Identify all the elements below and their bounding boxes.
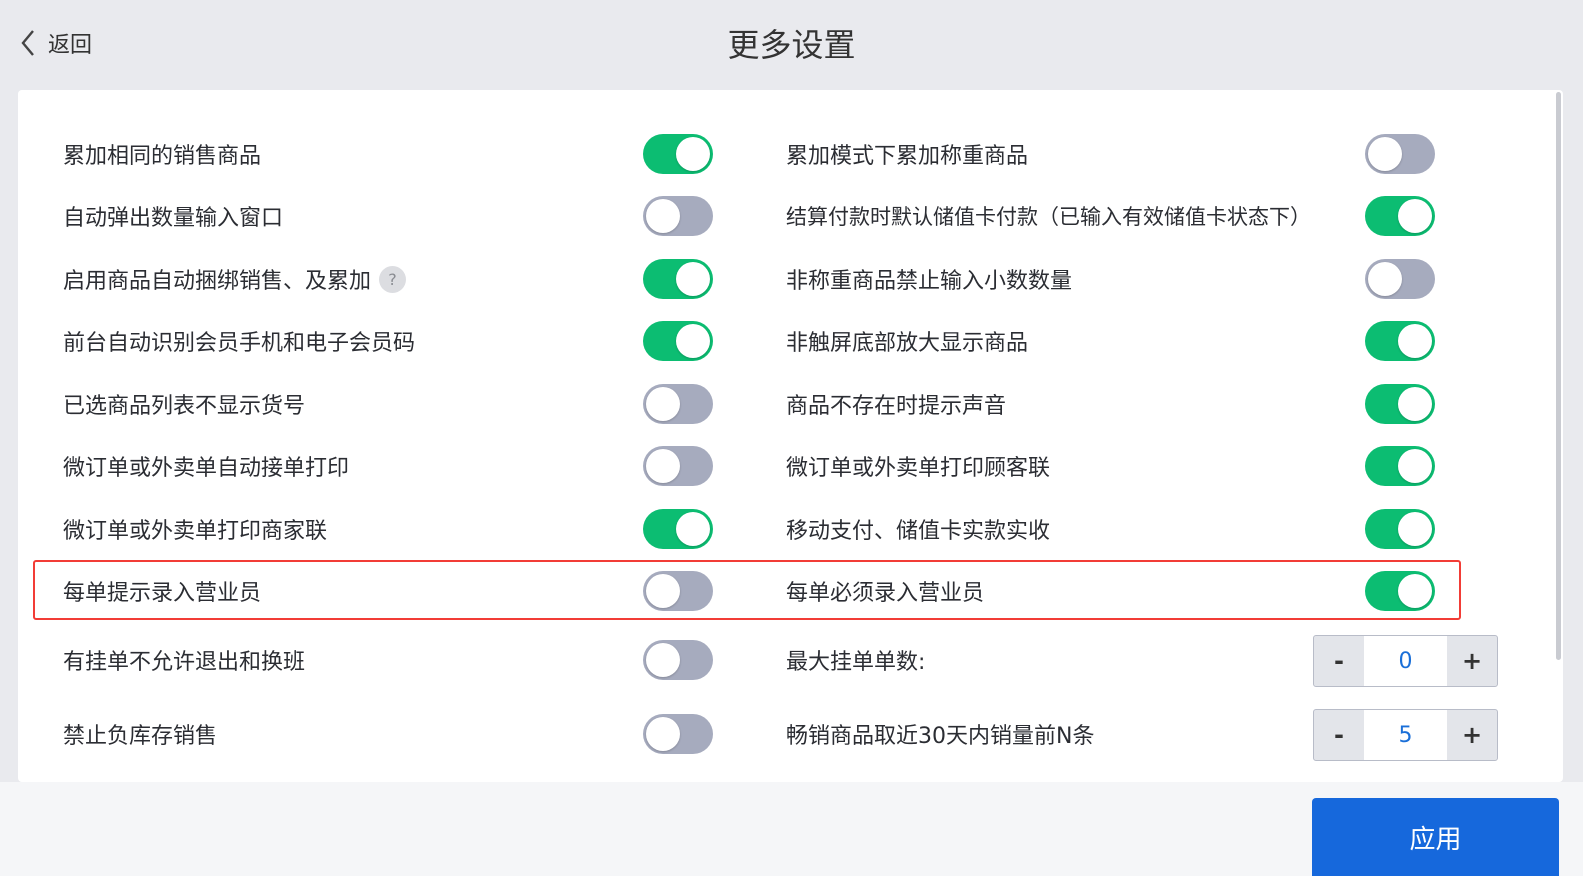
setting-row: 禁止负库存销售 — [63, 714, 217, 754]
setting-label: 商品不存在时提示声音 — [786, 394, 1007, 419]
setting-label: 每单提示录入营业员 — [63, 581, 262, 606]
toggle-knob — [1368, 137, 1402, 171]
setting-label: 非触屏底部放大显示商品 — [786, 331, 1029, 356]
toggle-knob — [1398, 199, 1432, 233]
setting-label: 每单必须录入营业员 — [786, 581, 985, 606]
toggle-switch[interactable] — [1365, 321, 1435, 361]
toggle-switch[interactable] — [1365, 134, 1435, 174]
toggle-switch[interactable] — [643, 509, 713, 549]
increment-button[interactable]: + — [1447, 636, 1497, 686]
toggle-switch[interactable] — [643, 259, 713, 299]
setting-label: 非称重商品禁止输入小数数量 — [786, 269, 1073, 294]
scrollbar[interactable] — [1556, 92, 1561, 660]
toggle-knob — [646, 199, 680, 233]
setting-row: 每单提示录入营业员 — [63, 571, 261, 611]
setting-row: 前台自动识别会员手机和电子会员码 — [63, 321, 415, 361]
setting-row: 自动弹出数量输入窗口 — [63, 196, 283, 236]
setting-label: 启用商品自动捆绑销售、及累加 ? — [63, 263, 407, 295]
toggle-switch[interactable] — [643, 714, 713, 754]
stepper-label: 最大挂单单数: — [786, 650, 926, 675]
setting-row: 微订单或外卖单打印顾客联 — [786, 446, 1050, 486]
stepper-value[interactable]: 0 — [1364, 636, 1447, 686]
stepper-row: 最大挂单单数: — [786, 640, 925, 680]
setting-label: 有挂单不允许退出和换班 — [63, 650, 306, 675]
toggle-switch[interactable] — [643, 571, 713, 611]
apply-button[interactable]: 应用 — [1312, 798, 1559, 876]
setting-label: 禁止负库存销售 — [63, 724, 218, 749]
setting-label: 累加相同的销售商品 — [63, 144, 262, 169]
toggle-switch[interactable] — [643, 196, 713, 236]
toggle-knob — [646, 574, 680, 608]
footer: 应用 — [0, 782, 1583, 876]
setting-row: 每单必须录入营业员 — [786, 571, 984, 611]
toggle-knob — [676, 324, 710, 358]
toggle-switch[interactable] — [643, 446, 713, 486]
toggle-switch[interactable] — [1365, 571, 1435, 611]
stepper-row: 畅销商品取近30天内销量前N条 — [786, 714, 1094, 754]
toggle-switch[interactable] — [643, 384, 713, 424]
toggle-switch[interactable] — [643, 321, 713, 361]
setting-row: 移动支付、储值卡实款实收 — [786, 509, 1050, 549]
toggle-knob — [1398, 574, 1432, 608]
decrement-button[interactable]: - — [1314, 636, 1364, 686]
toggle-switch[interactable] — [643, 134, 713, 174]
setting-row: 商品不存在时提示声音 — [786, 384, 1006, 424]
toggle-switch[interactable] — [1365, 384, 1435, 424]
setting-row: 启用商品自动捆绑销售、及累加 ? — [63, 259, 407, 299]
setting-label: 移动支付、储值卡实款实收 — [786, 519, 1051, 544]
toggle-knob — [646, 717, 680, 751]
setting-row: 微订单或外卖单打印商家联 — [63, 509, 327, 549]
toggle-knob — [676, 137, 710, 171]
max-pending-orders-stepper: - 0 + — [1313, 635, 1498, 687]
toggle-knob — [1398, 512, 1432, 546]
toggle-knob — [676, 262, 710, 296]
toggle-knob — [676, 512, 710, 546]
toggle-knob — [1398, 324, 1432, 358]
toggle-switch[interactable] — [643, 640, 713, 680]
toggle-switch[interactable] — [1365, 509, 1435, 549]
setting-label: 累加模式下累加称重商品 — [786, 144, 1029, 169]
setting-label: 自动弹出数量输入窗口 — [63, 206, 284, 231]
toggle-knob — [646, 387, 680, 421]
setting-row: 已选商品列表不显示货号 — [63, 384, 305, 424]
top-n-products-stepper: - 5 + — [1313, 709, 1498, 761]
setting-label: 微订单或外卖单自动接单打印 — [63, 456, 350, 481]
setting-row: 非触屏底部放大显示商品 — [786, 321, 1028, 361]
decrement-button[interactable]: - — [1314, 710, 1364, 760]
setting-row: 累加相同的销售商品 — [63, 134, 261, 174]
toggle-knob — [646, 449, 680, 483]
toggle-switch[interactable] — [1365, 446, 1435, 486]
setting-row: 非称重商品禁止输入小数数量 — [786, 259, 1072, 299]
setting-row: 有挂单不允许退出和换班 — [63, 640, 305, 680]
setting-row: 微订单或外卖单自动接单打印 — [63, 446, 349, 486]
setting-label: 前台自动识别会员手机和电子会员码 — [63, 331, 416, 356]
setting-label: 已选商品列表不显示货号 — [63, 394, 306, 419]
header: 返回 更多设置 — [0, 0, 1583, 88]
page-title: 更多设置 — [727, 26, 856, 64]
toggle-switch[interactable] — [1365, 259, 1435, 299]
toggle-switch[interactable] — [1365, 196, 1435, 236]
setting-label-text: 启用商品自动捆绑销售、及累加 — [63, 269, 372, 294]
toggle-knob — [646, 643, 680, 677]
toggle-knob — [1398, 449, 1432, 483]
setting-row: 结算付款时默认储值卡付款（已输入有效储值卡状态下） — [786, 196, 1311, 236]
stepper-label: 畅销商品取近30天内销量前N条 — [786, 724, 1095, 749]
setting-label: 微订单或外卖单打印商家联 — [63, 519, 328, 544]
help-icon[interactable]: ? — [379, 265, 407, 293]
setting-row: 累加模式下累加称重商品 — [786, 134, 1028, 174]
stepper-value[interactable]: 5 — [1364, 710, 1447, 760]
settings-panel: 累加相同的销售商品 自动弹出数量输入窗口 启用商品自动捆绑销售、及累加 ? 前台… — [18, 90, 1563, 782]
toggle-knob — [1368, 262, 1402, 296]
setting-label: 结算付款时默认储值卡付款（已输入有效储值卡状态下） — [786, 205, 1311, 229]
toggle-knob — [1398, 387, 1432, 421]
setting-label: 微订单或外卖单打印顾客联 — [786, 456, 1051, 481]
increment-button[interactable]: + — [1447, 710, 1497, 760]
